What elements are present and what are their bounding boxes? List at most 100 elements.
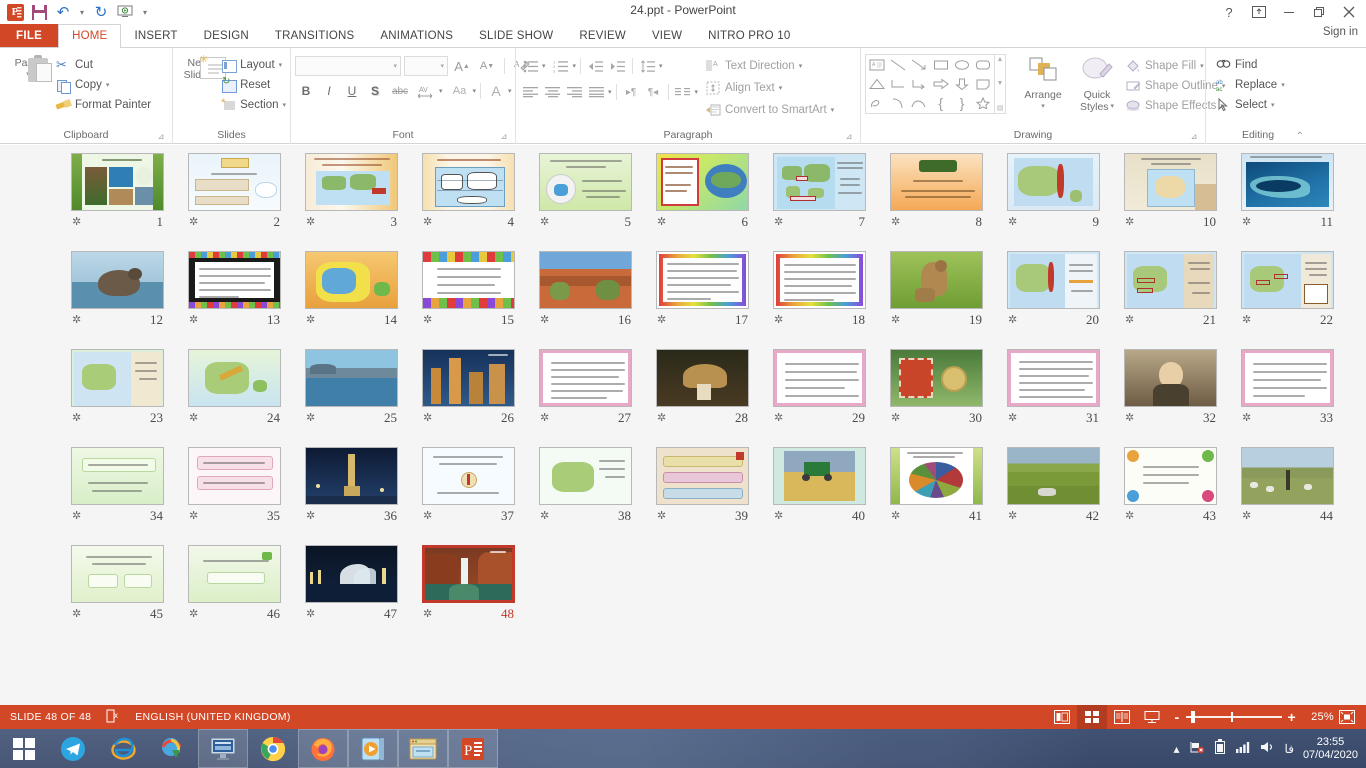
replace-button[interactable]: abac Replace ▾	[1216, 75, 1285, 95]
show-hidden-icons-icon[interactable]: ▴	[1174, 742, 1180, 756]
decrease-font-size-button[interactable]: A▼	[476, 56, 498, 76]
convert-to-smartart-button[interactable]: Convert to SmartArt ▾	[706, 99, 834, 121]
normal-view-button[interactable]	[1047, 705, 1077, 729]
redo-icon[interactable]: ↻	[90, 2, 112, 22]
zoom-slider-handle[interactable]	[1191, 711, 1195, 723]
copy-button[interactable]: Copy ▾	[56, 75, 151, 95]
taskbar-firefox[interactable]	[298, 729, 348, 768]
slide-thumbnail-5[interactable]: ✲5	[527, 153, 644, 251]
new-slide-button[interactable]: ✳ New Slide ▾	[177, 53, 219, 81]
shape-curve-icon[interactable]	[909, 94, 930, 113]
smartart-dropdown-icon[interactable]: ▾	[831, 106, 835, 114]
reading-view-button[interactable]	[1107, 705, 1137, 729]
replace-dropdown-icon[interactable]: ▾	[1281, 81, 1285, 89]
shape-line-icon[interactable]	[887, 55, 908, 74]
language-indicator[interactable]: فا	[1285, 742, 1294, 756]
save-icon[interactable]	[28, 2, 50, 22]
slide-thumbnail-41[interactable]: ✲41	[878, 447, 995, 545]
slide-thumbnail-42[interactable]: ✲42	[995, 447, 1112, 545]
shapes-gallery[interactable]: A {	[865, 54, 995, 114]
numbering-dropdown-icon[interactable]: ▾	[573, 62, 577, 70]
slide-thumbnail-20[interactable]: ✲20	[995, 251, 1112, 349]
slide-thumbnail-11[interactable]: ✲11	[1229, 153, 1346, 251]
align-center-button[interactable]	[542, 82, 563, 102]
network-error-icon[interactable]	[1189, 740, 1205, 757]
slide-thumbnail-7[interactable]: ✲7	[761, 153, 878, 251]
slide-thumbnail-27[interactable]: ✲27	[527, 349, 644, 447]
font-name-dropdown-icon[interactable]: ▾	[393, 62, 397, 70]
underline-button[interactable]: U	[341, 81, 363, 101]
zoom-level-label[interactable]: 25%	[1304, 711, 1334, 723]
slide-thumbnail-45[interactable]: ✲45	[59, 545, 176, 643]
slide-thumbnail-10[interactable]: ✲10	[1112, 153, 1229, 251]
tab-nitro-pro[interactable]: NITRO PRO 10	[695, 24, 803, 47]
undo-icon[interactable]: ↶	[52, 2, 74, 22]
align-text-dropdown-icon[interactable]: ▾	[779, 84, 783, 92]
slide-thumbnail-15[interactable]: ✲15	[410, 251, 527, 349]
tab-file[interactable]: FILE	[0, 24, 58, 47]
shape-elbow-connector-icon[interactable]	[887, 74, 908, 93]
slide-thumbnail-23[interactable]: ✲23	[59, 349, 176, 447]
font-size-input[interactable]: ▾	[404, 56, 448, 76]
slide-thumbnail-28[interactable]: ✲28	[644, 349, 761, 447]
slide-thumbnail-1[interactable]: ✲1	[59, 153, 176, 251]
section-dropdown-icon[interactable]: ▾	[282, 101, 286, 109]
slide-thumbnail-2[interactable]: ✲2	[176, 153, 293, 251]
columns-button[interactable]	[673, 82, 694, 102]
tab-insert[interactable]: INSERT	[121, 24, 190, 47]
gallery-more-icon[interactable]: ▤	[997, 104, 1004, 112]
slide-thumbnail-32[interactable]: ✲32	[1112, 349, 1229, 447]
slide-thumbnail-21[interactable]: ✲21	[1112, 251, 1229, 349]
shape-arc-icon[interactable]	[887, 94, 908, 113]
tab-animations[interactable]: ANIMATIONS	[367, 24, 466, 47]
slide-thumbnail-22[interactable]: ✲22	[1229, 251, 1346, 349]
proofing-errors-icon[interactable]: x	[105, 709, 121, 726]
slide-thumbnail-12[interactable]: ✲12	[59, 251, 176, 349]
slide-thumbnail-34[interactable]: ✲34	[59, 447, 176, 545]
select-dropdown-icon[interactable]: ▾	[1271, 101, 1275, 109]
align-left-button[interactable]	[520, 82, 541, 102]
taskbar-internet-explorer[interactable]	[98, 729, 148, 768]
shapes-gallery-scrollbar[interactable]: ▲ ▼ ▤	[995, 54, 1006, 114]
slide-thumbnail-47[interactable]: ✲47	[293, 545, 410, 643]
clock[interactable]: 23:55 07/04/2020	[1303, 736, 1358, 762]
paste-button[interactable]: Paste ▾	[4, 53, 52, 81]
tab-home[interactable]: HOME	[58, 24, 121, 48]
start-presentation-icon[interactable]	[114, 2, 136, 22]
increase-indent-button[interactable]	[607, 56, 628, 76]
strikethrough-button[interactable]: abc	[387, 81, 413, 101]
shape-rounded-rectangle-icon[interactable]	[973, 55, 994, 74]
slide-thumbnail-31[interactable]: ✲31	[995, 349, 1112, 447]
font-size-dropdown-icon[interactable]: ▾	[440, 62, 444, 70]
drawing-dialog-launcher[interactable]: ⊿	[1189, 132, 1199, 142]
slide-thumbnail-18[interactable]: ✲18	[761, 251, 878, 349]
paragraph-dialog-launcher[interactable]: ⊿	[844, 132, 854, 142]
taskbar-file-explorer[interactable]	[398, 729, 448, 768]
taskbar-internet-download-manager[interactable]	[148, 729, 198, 768]
slide-thumbnail-30[interactable]: ✲30	[878, 349, 995, 447]
slide-thumbnail-37[interactable]: ✲37	[410, 447, 527, 545]
line-spacing-button[interactable]	[637, 56, 658, 76]
slide-thumbnail-13[interactable]: ✲13	[176, 251, 293, 349]
slide-thumbnail-39[interactable]: ✲39	[644, 447, 761, 545]
format-painter-button[interactable]: Format Painter	[56, 95, 151, 115]
minimize-button[interactable]	[1274, 0, 1304, 24]
shape-triangle-icon[interactable]	[866, 74, 887, 93]
bullets-button[interactable]	[520, 56, 541, 76]
slide-thumbnail-44[interactable]: ✲44	[1229, 447, 1346, 545]
volume-icon[interactable]	[1260, 740, 1276, 757]
tab-transitions[interactable]: TRANSITIONS	[262, 24, 368, 47]
shape-down-arrow-icon[interactable]	[951, 74, 972, 93]
taskbar-telegram[interactable]	[48, 729, 98, 768]
slide-show-button[interactable]	[1137, 705, 1167, 729]
taskbar-google-chrome[interactable]	[248, 729, 298, 768]
find-button[interactable]: Find	[1216, 55, 1285, 75]
slide-thumbnail-36[interactable]: ✲36	[293, 447, 410, 545]
gallery-scroll-up-icon[interactable]: ▲	[997, 56, 1004, 63]
gallery-scroll-down-icon[interactable]: ▼	[997, 80, 1004, 87]
zoom-out-button[interactable]: -	[1175, 709, 1180, 725]
slide-thumbnail-43[interactable]: ✲43	[1112, 447, 1229, 545]
slide-thumbnail-3[interactable]: ✲3	[293, 153, 410, 251]
taskbar-media-player[interactable]	[348, 729, 398, 768]
shape-scribble-icon[interactable]	[866, 94, 887, 113]
